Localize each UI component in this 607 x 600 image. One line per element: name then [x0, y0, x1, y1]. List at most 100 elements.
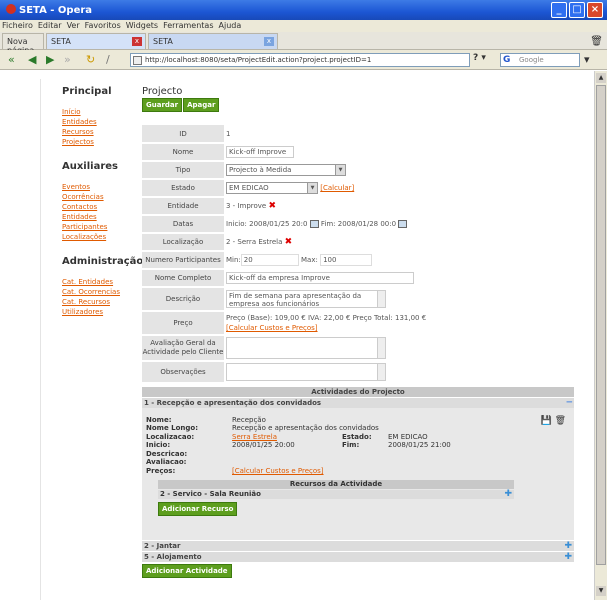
tab-new-page[interactable]: Nova página	[2, 33, 44, 55]
descricao-field[interactable]: Fim de semana para apresentação da empre…	[226, 290, 386, 308]
tab-seta-2[interactable]: SETA x	[148, 33, 278, 49]
window-title: SETA - Opera	[19, 5, 93, 16]
textarea-scrollbar[interactable]	[377, 291, 385, 307]
sidebar-item-cat-entidades[interactable]: Cat. Entidades	[62, 277, 142, 287]
sidebar-item-localizacoes[interactable]: Localizações	[62, 232, 142, 242]
activity-detail: Nome: Recepção Nome Longo: Recepção e ap…	[142, 408, 574, 540]
tab-seta-1[interactable]: SETA x	[46, 33, 146, 49]
avaliacao-key: Avaliacao:	[146, 458, 187, 466]
inicio-val: 2008/01/25 20:00	[232, 441, 295, 449]
fim-val: 2008/01/25 21:00	[388, 441, 451, 449]
datas-label: Datas	[142, 215, 224, 234]
activity-row-5[interactable]: 5 - Alojamento ✚	[142, 552, 574, 562]
inicio-label: Inicio:	[226, 220, 247, 228]
avaliacao-field[interactable]	[226, 337, 386, 359]
page-title: Projecto	[142, 86, 183, 97]
textarea-scrollbar[interactable]	[377, 338, 385, 358]
min-field[interactable]: 20	[240, 254, 299, 266]
close-tab-icon[interactable]: x	[264, 37, 274, 46]
forward-icon[interactable]: ▶	[46, 53, 54, 66]
fim-label: Fim:	[320, 220, 336, 228]
sidebar-item-entidades-aux[interactable]: Entidades	[62, 212, 142, 222]
google-icon: G	[503, 55, 511, 65]
reload-icon[interactable]: ↻	[86, 53, 95, 66]
resources-header: Recursos da Actividade	[158, 480, 514, 489]
sidebar-item-projectos[interactable]: Projectos	[62, 137, 142, 147]
inicio-field[interactable]: 2008/01/25 20:0	[249, 220, 307, 228]
textarea-scrollbar[interactable]	[377, 364, 385, 380]
menu-favoritos[interactable]: Favoritos	[85, 21, 121, 30]
back-icon[interactable]: ◀	[28, 53, 36, 66]
sidebar-item-inicio[interactable]: Início	[62, 107, 142, 117]
calendar-icon[interactable]	[309, 220, 319, 228]
calcular-custos-activity-link[interactable]: [Calcular Custos e Preços]	[232, 467, 324, 476]
help-button[interactable]: ? ▾	[473, 53, 486, 63]
save-disk-icon[interactable]: 💾	[540, 416, 551, 426]
edit-icon[interactable]: /	[106, 53, 110, 66]
resource-row[interactable]: 2 - Servico - Sala Reunião ✚	[158, 490, 514, 499]
activity-row-2[interactable]: 2 - Jantar ✚	[142, 541, 574, 551]
remove-localizacao-icon[interactable]: ✖	[285, 237, 293, 247]
calcular-custos-link[interactable]: [Calcular Custos e Preços]	[226, 324, 318, 332]
project-form-table: ID 1 Nome Kick-off Improve Tipo Projecto à …	[142, 125, 576, 384]
sidebar-item-recursos[interactable]: Recursos	[62, 127, 142, 137]
sidebar-item-utilizadores[interactable]: Utilizadores	[62, 307, 142, 317]
observacoes-label: Observações	[142, 361, 224, 384]
sidebar-item-participantes[interactable]: Participantes	[62, 222, 142, 232]
navigation-bar: « ◀ ▶ » ↻ / http://localhost:8080/seta/P…	[0, 50, 607, 70]
menu-ferramentas[interactable]: Ferramentas	[163, 21, 213, 30]
menu-widgets[interactable]: Widgets	[126, 21, 158, 30]
scroll-down-icon[interactable]: ▼	[596, 586, 606, 596]
fim-field[interactable]: 2008/01/28 00:0	[338, 220, 396, 228]
max-field[interactable]: 100	[320, 254, 373, 266]
chevron-down-icon: ▼	[335, 165, 345, 175]
tipo-select[interactable]: Projecto à Medida ▼	[226, 164, 346, 176]
window-titlebar: SETA - Opera _ □ ×	[0, 0, 607, 20]
participantes-label: Numero Participantes	[142, 251, 224, 270]
menu-ver[interactable]: Ver	[67, 21, 80, 30]
add-activity-button[interactable]: Adicionar Actividade	[142, 564, 232, 578]
search-input[interactable]: G Google	[500, 53, 580, 67]
descricao-label: Descrição	[142, 287, 224, 312]
save-button[interactable]: Guardar	[142, 98, 183, 112]
sidebar-item-entidades[interactable]: Entidades	[62, 117, 142, 127]
expand-icon[interactable]: ✚	[504, 490, 512, 499]
calcular-link[interactable]: [Calcular]	[320, 184, 354, 192]
remove-entidade-icon[interactable]: ✖	[268, 201, 276, 211]
search-dropdown-icon[interactable]: ▾	[584, 53, 590, 66]
vertical-scrollbar[interactable]: ▲ ▼	[594, 71, 607, 600]
menu-ficheiro[interactable]: Ficheiro	[2, 21, 33, 30]
scroll-up-icon[interactable]: ▲	[596, 73, 606, 83]
sidebar-item-cat-recursos[interactable]: Cat. Recursos	[62, 297, 142, 307]
sidebar-item-cat-ocorrencias[interactable]: Cat. Ocorrencias	[62, 287, 142, 297]
menu-ajuda[interactable]: Ajuda	[219, 21, 242, 30]
sidebar-item-ocorrencias[interactable]: Ocorrências	[62, 192, 142, 202]
observacoes-field[interactable]	[226, 363, 386, 381]
inicio-key: Inicio:	[146, 441, 171, 449]
expand-icon[interactable]: ✚	[564, 541, 572, 551]
calendar-icon[interactable]	[398, 220, 408, 228]
estado-select[interactable]: EM EDICAO ▼	[226, 182, 318, 194]
activity-row-1[interactable]: 1 - Recepção e apresentação dos convidad…	[142, 398, 574, 408]
address-field[interactable]: http://localhost:8080/seta/ProjectEdit.a…	[130, 53, 470, 67]
rewind-icon[interactable]: «	[8, 53, 15, 66]
menu-editar[interactable]: Editar	[38, 21, 62, 30]
expand-icon[interactable]: ✚	[564, 552, 572, 562]
trash-icon[interactable]: 🗑	[590, 36, 603, 47]
close-tab-icon[interactable]: x	[132, 37, 142, 46]
nome-field[interactable]: Kick-off Improve	[226, 146, 294, 158]
scroll-thumb[interactable]	[596, 85, 606, 565]
close-button[interactable]: ×	[587, 2, 603, 18]
fast-forward-icon[interactable]: »	[64, 53, 71, 66]
nome-completo-field[interactable]: Kick-off da empresa Improve	[226, 272, 414, 284]
id-label: ID	[142, 125, 224, 144]
collapse-icon[interactable]: ━	[567, 398, 572, 408]
maximize-button[interactable]: □	[569, 2, 585, 18]
page-icon	[133, 56, 142, 65]
add-resource-button[interactable]: Adicionar Recurso	[158, 502, 238, 516]
trash-icon[interactable]: 🗑	[555, 416, 566, 426]
delete-button[interactable]: Apagar	[183, 98, 220, 112]
sidebar-item-contactos[interactable]: Contactos	[62, 202, 142, 212]
sidebar-item-eventos[interactable]: Eventos	[62, 182, 142, 192]
minimize-button[interactable]: _	[551, 2, 567, 18]
